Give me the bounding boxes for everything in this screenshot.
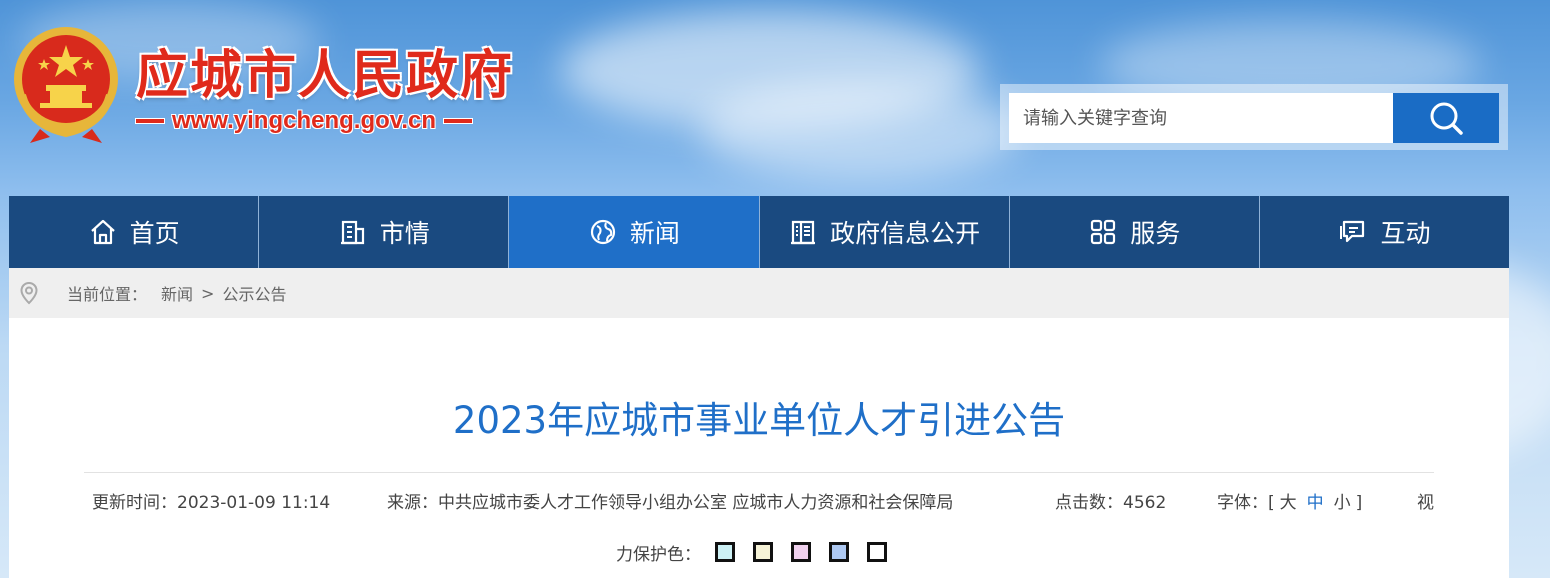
nav-item-news[interactable]: 新闻 bbox=[509, 196, 760, 268]
search-button[interactable] bbox=[1393, 93, 1499, 143]
nav-item-home[interactable]: 首页 bbox=[9, 196, 260, 268]
site-logo[interactable]: 应城市人民政府 www.yingcheng.gov.cn bbox=[10, 25, 530, 150]
nav-item-label: 互动 bbox=[1380, 219, 1431, 248]
search-input[interactable] bbox=[1009, 93, 1393, 143]
eye-protection-colors: 力保护色： bbox=[616, 539, 887, 565]
font-size-medium[interactable]: 中 bbox=[1307, 493, 1324, 513]
title-divider bbox=[84, 472, 1434, 473]
article-source: 来源：中共应城市委人才工作领导小组办公室 应城市人力资源和社会保障局 bbox=[387, 493, 954, 513]
site-url: www.yingcheng.gov.cn bbox=[136, 107, 473, 135]
url-dash-right bbox=[444, 119, 473, 123]
font-size-switcher: 字体：[大中小] bbox=[1217, 488, 1362, 513]
grid-icon bbox=[1088, 217, 1118, 247]
nav-item-label: 新闻 bbox=[629, 219, 680, 248]
breadcrumb-item-notices[interactable]: 公示公告 bbox=[222, 281, 286, 305]
search-bar bbox=[1000, 84, 1508, 150]
click-count: 点击数：4562 bbox=[1055, 488, 1166, 513]
national-emblem-icon bbox=[14, 27, 118, 143]
color-swatch-yellow[interactable] bbox=[753, 542, 773, 562]
breadcrumb: 当前位置： 新闻 > 公示公告 bbox=[9, 268, 1509, 318]
chat-icon bbox=[1338, 217, 1368, 247]
font-size-large[interactable]: 大 bbox=[1280, 493, 1297, 513]
update-time: 更新时间：2023-01-09 11:14 bbox=[92, 493, 331, 513]
color-swatch-pink[interactable] bbox=[791, 542, 811, 562]
color-swatch-cyan[interactable] bbox=[715, 542, 735, 562]
home-icon bbox=[88, 217, 118, 247]
site-title: 应城市人民政府 bbox=[136, 46, 515, 106]
nav-item-label: 政府信息公开 bbox=[830, 219, 981, 248]
eye-protection-label-start: 视 bbox=[1417, 493, 1434, 513]
nav-item-label: 服务 bbox=[1130, 219, 1181, 248]
building-icon bbox=[338, 217, 368, 247]
nav-item-city-info[interactable]: 市情 bbox=[259, 196, 510, 268]
font-size-small[interactable]: 小 bbox=[1334, 493, 1351, 513]
nav-item-gov-info[interactable]: 政府信息公开 bbox=[759, 196, 1010, 268]
color-swatches bbox=[715, 542, 887, 562]
font-size-label: 字体：[ bbox=[1217, 493, 1275, 513]
font-size-close: ] bbox=[1355, 493, 1363, 513]
article-title: 2023年应城市事业单位人才引进公告 bbox=[452, 399, 1066, 442]
nav-item-services[interactable]: 服务 bbox=[1009, 196, 1260, 268]
main-nav: 首页 市情 新闻 政府信息公开 服务 互动 bbox=[9, 196, 1510, 268]
click-count-value: 4562 bbox=[1123, 493, 1167, 513]
cloud-decoration bbox=[700, 80, 1020, 180]
color-swatch-blue[interactable] bbox=[829, 542, 849, 562]
url-dash-left bbox=[136, 119, 164, 123]
article-meta: 更新时间：2023-01-09 11:14 来源：中共应城市委人才工作领导小组办… bbox=[92, 488, 1437, 513]
search-icon bbox=[1430, 102, 1463, 135]
article-content: 2023年应城市事业单位人才引进公告 更新时间：2023-01-09 11:14… bbox=[9, 318, 1509, 578]
nav-item-label: 市情 bbox=[379, 219, 430, 248]
globe-icon bbox=[588, 217, 618, 247]
book-icon bbox=[788, 217, 818, 247]
breadcrumb-separator: > bbox=[201, 283, 215, 303]
nav-item-interaction[interactable]: 互动 bbox=[1259, 196, 1510, 268]
location-pin-icon bbox=[20, 281, 38, 305]
site-url-text: www.yingcheng.gov.cn bbox=[172, 107, 437, 134]
breadcrumb-item-news[interactable]: 新闻 bbox=[161, 281, 193, 305]
color-swatch-white[interactable] bbox=[867, 542, 887, 562]
breadcrumb-label: 当前位置： bbox=[67, 285, 148, 304]
nav-item-label: 首页 bbox=[129, 219, 180, 248]
eye-protection-label: 力保护色： bbox=[616, 544, 701, 565]
click-count-label: 点击数： bbox=[1055, 493, 1123, 513]
